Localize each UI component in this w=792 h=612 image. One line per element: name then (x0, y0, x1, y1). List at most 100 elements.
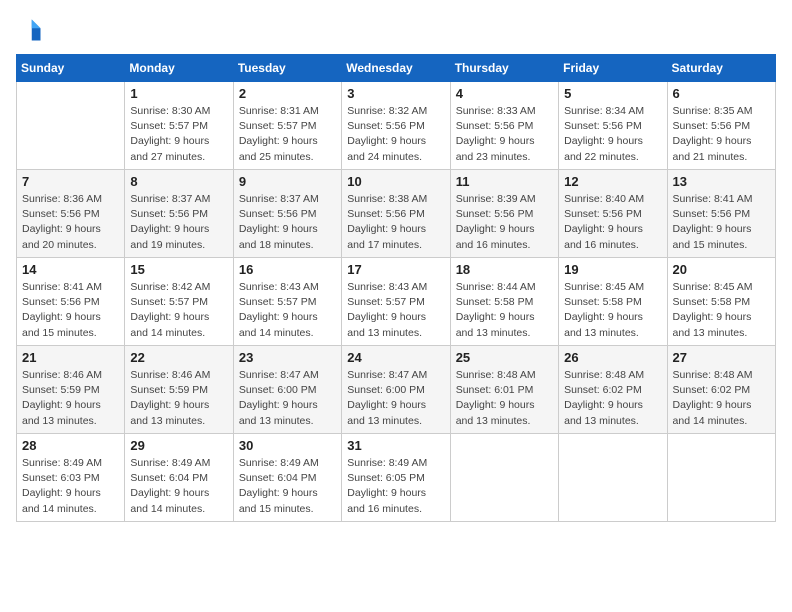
day-number: 2 (239, 86, 336, 101)
calendar-cell: 6 Sunrise: 8:35 AM Sunset: 5:56 PM Daylig… (667, 82, 775, 170)
calendar-week-row: 28 Sunrise: 8:49 AM Sunset: 6:03 PM Dayli… (17, 434, 776, 522)
day-info: Sunrise: 8:35 AM Sunset: 5:56 PM Dayligh… (673, 104, 770, 165)
day-number: 1 (130, 86, 227, 101)
day-of-week-header: Thursday (450, 55, 558, 82)
day-info: Sunrise: 8:46 AM Sunset: 5:59 PM Dayligh… (130, 368, 227, 429)
calendar-cell: 7 Sunrise: 8:36 AM Sunset: 5:56 PM Daylig… (17, 170, 125, 258)
calendar-cell: 20 Sunrise: 8:45 AM Sunset: 5:58 PM Dayli… (667, 258, 775, 346)
calendar-cell (559, 434, 667, 522)
calendar-cell: 10Sunrise: 8:38 AM Sunset: 5:56 PM Dayli… (342, 170, 450, 258)
day-number: 25 (456, 350, 553, 365)
day-info: Sunrise: 8:36 AM Sunset: 5:56 PM Dayligh… (22, 192, 119, 253)
calendar-cell: 12 Sunrise: 8:40 AM Sunset: 5:56 PM Dayli… (559, 170, 667, 258)
day-number: 31 (347, 438, 444, 453)
calendar-cell: 15 Sunrise: 8:42 AM Sunset: 5:57 PM Dayli… (125, 258, 233, 346)
day-number: 11 (456, 174, 553, 189)
calendar-week-row: 14Sunrise: 8:41 AM Sunset: 5:56 PM Dayli… (17, 258, 776, 346)
day-info: Sunrise: 8:48 AM Sunset: 6:02 PM Dayligh… (673, 368, 770, 429)
calendar-cell: 3 Sunrise: 8:32 AM Sunset: 5:56 PM Daylig… (342, 82, 450, 170)
day-number: 7 (22, 174, 119, 189)
day-number: 6 (673, 86, 770, 101)
calendar-cell: 27 Sunrise: 8:48 AM Sunset: 6:02 PM Dayli… (667, 346, 775, 434)
day-number: 26 (564, 350, 661, 365)
day-number: 29 (130, 438, 227, 453)
day-number: 4 (456, 86, 553, 101)
day-info: Sunrise: 8:41 AM Sunset: 5:56 PM Dayligh… (673, 192, 770, 253)
day-info: Sunrise: 8:33 AM Sunset: 5:56 PM Dayligh… (456, 104, 553, 165)
calendar-cell: 11 Sunrise: 8:39 AM Sunset: 5:56 PM Dayli… (450, 170, 558, 258)
calendar-cell: 17Sunrise: 8:43 AM Sunset: 5:57 PM Dayli… (342, 258, 450, 346)
calendar-table: SundayMondayTuesdayWednesdayThursdayFrid… (16, 54, 776, 522)
day-info: Sunrise: 8:47 AM Sunset: 6:00 PM Dayligh… (347, 368, 444, 429)
day-info: Sunrise: 8:30 AM Sunset: 5:57 PM Dayligh… (130, 104, 227, 165)
day-info: Sunrise: 8:48 AM Sunset: 6:01 PM Dayligh… (456, 368, 553, 429)
day-number: 5 (564, 86, 661, 101)
day-number: 21 (22, 350, 119, 365)
calendar-cell: 16 Sunrise: 8:43 AM Sunset: 5:57 PM Dayli… (233, 258, 341, 346)
day-info: Sunrise: 8:44 AM Sunset: 5:58 PM Dayligh… (456, 280, 553, 341)
day-info: Sunrise: 8:45 AM Sunset: 5:58 PM Dayligh… (564, 280, 661, 341)
day-number: 22 (130, 350, 227, 365)
calendar-cell: 18 Sunrise: 8:44 AM Sunset: 5:58 PM Dayli… (450, 258, 558, 346)
day-info: Sunrise: 8:43 AM Sunset: 5:57 PM Dayligh… (347, 280, 444, 341)
calendar-cell: 24 Sunrise: 8:47 AM Sunset: 6:00 PM Dayli… (342, 346, 450, 434)
day-info: Sunrise: 8:46 AM Sunset: 5:59 PM Dayligh… (22, 368, 119, 429)
day-number: 27 (673, 350, 770, 365)
day-info: Sunrise: 8:43 AM Sunset: 5:57 PM Dayligh… (239, 280, 336, 341)
calendar-cell: 29 Sunrise: 8:49 AM Sunset: 6:04 PM Dayli… (125, 434, 233, 522)
day-info: Sunrise: 8:48 AM Sunset: 6:02 PM Dayligh… (564, 368, 661, 429)
calendar-cell: 31 Sunrise: 8:49 AM Sunset: 6:05 PM Dayli… (342, 434, 450, 522)
day-of-week-header: Sunday (17, 55, 125, 82)
day-info: Sunrise: 8:49 AM Sunset: 6:03 PM Dayligh… (22, 456, 119, 517)
day-of-week-header: Saturday (667, 55, 775, 82)
day-info: Sunrise: 8:42 AM Sunset: 5:57 PM Dayligh… (130, 280, 227, 341)
calendar-cell: 5 Sunrise: 8:34 AM Sunset: 5:56 PM Daylig… (559, 82, 667, 170)
calendar-cell: 1 Sunrise: 8:30 AM Sunset: 5:57 PM Daylig… (125, 82, 233, 170)
day-number: 24 (347, 350, 444, 365)
day-info: Sunrise: 8:37 AM Sunset: 5:56 PM Dayligh… (239, 192, 336, 253)
day-number: 18 (456, 262, 553, 277)
day-number: 19 (564, 262, 661, 277)
day-number: 20 (673, 262, 770, 277)
logo-icon (16, 16, 44, 44)
day-info: Sunrise: 8:45 AM Sunset: 5:58 PM Dayligh… (673, 280, 770, 341)
day-number: 28 (22, 438, 119, 453)
calendar-cell: 8 Sunrise: 8:37 AM Sunset: 5:56 PM Daylig… (125, 170, 233, 258)
day-number: 10 (347, 174, 444, 189)
calendar-cell: 9 Sunrise: 8:37 AM Sunset: 5:56 PM Daylig… (233, 170, 341, 258)
calendar-cell: 4 Sunrise: 8:33 AM Sunset: 5:56 PM Daylig… (450, 82, 558, 170)
day-number: 16 (239, 262, 336, 277)
day-info: Sunrise: 8:32 AM Sunset: 5:56 PM Dayligh… (347, 104, 444, 165)
calendar-cell: 19 Sunrise: 8:45 AM Sunset: 5:58 PM Dayli… (559, 258, 667, 346)
day-number: 8 (130, 174, 227, 189)
day-info: Sunrise: 8:49 AM Sunset: 6:05 PM Dayligh… (347, 456, 444, 517)
calendar-cell: 23Sunrise: 8:47 AM Sunset: 6:00 PM Dayli… (233, 346, 341, 434)
calendar-cell: 28 Sunrise: 8:49 AM Sunset: 6:03 PM Dayli… (17, 434, 125, 522)
day-number: 12 (564, 174, 661, 189)
calendar-cell: 13 Sunrise: 8:41 AM Sunset: 5:56 PM Dayli… (667, 170, 775, 258)
calendar-cell: 25 Sunrise: 8:48 AM Sunset: 6:01 PM Dayli… (450, 346, 558, 434)
day-number: 30 (239, 438, 336, 453)
calendar-week-row: 7 Sunrise: 8:36 AM Sunset: 5:56 PM Daylig… (17, 170, 776, 258)
calendar-week-row: 1 Sunrise: 8:30 AM Sunset: 5:57 PM Daylig… (17, 82, 776, 170)
day-of-week-header: Wednesday (342, 55, 450, 82)
day-number: 9 (239, 174, 336, 189)
day-info: Sunrise: 8:37 AM Sunset: 5:56 PM Dayligh… (130, 192, 227, 253)
calendar-cell: 2Sunrise: 8:31 AM Sunset: 5:57 PM Daylig… (233, 82, 341, 170)
day-number: 13 (673, 174, 770, 189)
logo (16, 16, 48, 44)
day-info: Sunrise: 8:40 AM Sunset: 5:56 PM Dayligh… (564, 192, 661, 253)
day-of-week-header: Friday (559, 55, 667, 82)
calendar-cell (450, 434, 558, 522)
day-number: 15 (130, 262, 227, 277)
calendar-cell (17, 82, 125, 170)
day-number: 3 (347, 86, 444, 101)
calendar-cell: 21 Sunrise: 8:46 AM Sunset: 5:59 PM Dayli… (17, 346, 125, 434)
day-info: Sunrise: 8:39 AM Sunset: 5:56 PM Dayligh… (456, 192, 553, 253)
day-info: Sunrise: 8:49 AM Sunset: 6:04 PM Dayligh… (130, 456, 227, 517)
day-info: Sunrise: 8:41 AM Sunset: 5:56 PM Dayligh… (22, 280, 119, 341)
day-info: Sunrise: 8:34 AM Sunset: 5:56 PM Dayligh… (564, 104, 661, 165)
calendar-cell: 26 Sunrise: 8:48 AM Sunset: 6:02 PM Dayli… (559, 346, 667, 434)
page-header (16, 16, 776, 44)
calendar-week-row: 21 Sunrise: 8:46 AM Sunset: 5:59 PM Dayli… (17, 346, 776, 434)
